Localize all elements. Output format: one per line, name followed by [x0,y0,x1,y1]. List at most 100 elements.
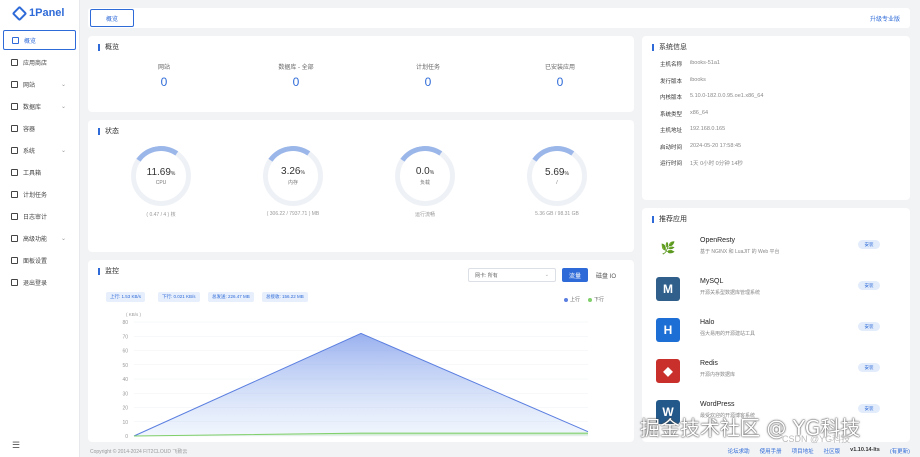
app-description: 强大易用的开源建站工具 [700,331,756,337]
y-tick-label: 40 [122,377,128,383]
sidebar-item[interactable]: 退出登录 [3,272,76,292]
sidebar-item[interactable]: 数据库 ⌄ [3,96,76,116]
footer-link[interactable]: 项目地址 [792,447,814,455]
sidebar-item[interactable]: 面板设置 [3,250,76,270]
app-name: OpenResty [700,237,736,244]
sidebar-item[interactable]: 计划任务 [3,184,76,204]
brand-logo[interactable]: 1Panel [0,0,79,26]
tab-overview[interactable]: 概览 [90,9,134,27]
info-row: 主机地址 192.168.0.165 [660,126,725,134]
sidebar-item[interactable]: 日志审计 [3,206,76,226]
chevron-down-icon: ⌄ [60,103,66,110]
chevron-down-icon: ⌄ [544,272,549,278]
traffic-stat-pill: 下行: 0.021 KB/s [158,292,200,302]
chevron-down-icon: ⌄ [60,81,66,88]
y-tick-label: 20 [122,406,128,412]
legend-item[interactable]: 下行 [587,296,604,303]
sidebar-item-label: 网站 [23,82,36,89]
schedule-icon [11,190,18,198]
install-button[interactable]: 安装 [858,363,880,372]
system-info-title: 系统信息 [652,44,687,51]
sidebar-item-label: 数据库 [23,104,42,111]
menu-collapse-icon[interactable]: ☰ [12,440,20,451]
gauge-ring: 5.69% / [522,141,592,211]
overview-stat[interactable]: 网站 0 [104,62,224,89]
overview-stat[interactable]: 数据库 - 全部 0 [236,62,356,89]
footer-link[interactable]: v1.10.14-lts [850,447,880,455]
sidebar-item-label: 容器 [23,126,36,133]
monitor-title: 监控 [98,268,119,275]
stat-value: 0 [424,75,432,89]
monitor-card: 监控 网卡: 所有 ⌄ 流量 磁盘 IO 上行: 1.53 KB/s 下行: 0.0… [88,260,634,442]
status-title: 状态 [98,128,119,135]
sidebar-item[interactable]: 容器 [3,118,76,138]
sidebar-item[interactable]: 系统 ⌄ [3,140,76,160]
footer-link[interactable]: 社区版 [824,447,841,455]
legend-dot [563,297,568,302]
copyright: Copyright © 2014-2024 FIT2CLOUD 飞致云 [90,449,188,455]
stat-label: 数据库 - 全部 [278,65,314,71]
sidebar-item[interactable]: 工具箱 [3,162,76,182]
sidebar-item[interactable]: 应用商店 [3,52,76,72]
legend-label: 上行 [569,297,580,303]
chevron-down-icon: ⌄ [60,235,66,242]
install-button[interactable]: 安装 [858,240,880,249]
app-logo-icon: M [656,277,680,301]
y-tick-label: 30 [122,391,128,397]
app-item: ◆ Redis 开源内存数据库 安装 [654,357,884,393]
series-line [133,332,589,437]
info-value: x86_64 [690,109,709,116]
overview-stat[interactable]: 计划任务 0 [368,62,488,89]
y-tick-label: 50 [122,363,128,369]
app-name: Redis [700,360,718,367]
settings-icon [11,256,18,264]
series-area [134,333,588,436]
sidebar-item-label: 计划任务 [23,192,48,199]
sidebar-item-label: 概览 [24,38,37,45]
sidebar-item-label: 面板设置 [23,258,48,265]
legend-item[interactable]: 上行 [563,296,580,303]
y-tick-label: 60 [122,349,128,355]
y-tick-label: 0 [125,434,128,440]
app-logo-icon: ◆ [656,359,680,383]
toolbox-icon [11,168,18,176]
chevron-down-icon: ⌄ [60,147,66,154]
info-row: 系统类型 x86_64 [660,110,708,118]
sidebar-item[interactable]: 概览 [3,30,76,50]
info-value: 1天 0小时 0分钟 14秒 [690,161,743,167]
footer-link[interactable]: (有更新) [890,447,910,455]
info-key: 主机地址 [660,128,683,134]
info-row: 发行版本 ibooks [660,77,706,85]
install-button[interactable]: 安装 [858,281,880,290]
install-button[interactable]: 安装 [858,322,880,331]
gauge-arc [258,141,328,211]
install-button[interactable]: 安装 [858,404,880,413]
traffic-stat-pill: 总发送: 226.47 MB [208,292,254,302]
gauge-arc [522,141,592,211]
app-item: 🌿 OpenResty 基于 NGINX 和 LuaJIT 的 Web 平台 安装 [654,234,884,270]
legend-dot [587,297,592,302]
sidebar-item[interactable]: 高级功能 ⌄ [3,228,76,248]
sidebar-item-label: 工具箱 [23,170,42,177]
disk-io-button[interactable]: 磁盘 IO [592,268,620,282]
app-item: H Halo 强大易用的开源建站工具 安装 [654,316,884,352]
gauge-detail: ( 0.47 / 4 ) 核 [146,212,176,218]
sidebar: 1Panel 概览应用商店网站 ⌄ 数据库 ⌄ 容器系统 ⌄ 工具箱计划任务日志审计 高级功能… [0,0,80,457]
gauge-detail: ( 306.22 / 7937.71 ) MB [266,211,320,217]
overview-stat[interactable]: 已安装应用 0 [500,62,620,89]
network-select[interactable]: 网卡: 所有 ⌄ [468,268,556,282]
status-gauge: 3.26% 内存( 306.22 / 7937.71 ) MB [248,141,338,217]
system-info-card: 系统信息 主机名称 ibooks-51a1 发行版本 ibooks 内核版本 5.10.0… [642,36,910,200]
stat-label: 网站 [157,65,170,71]
upgrade-link[interactable]: 升级专业版 [870,14,900,23]
sidebar-item[interactable]: 网站 ⌄ [3,74,76,94]
footer-link[interactable]: 论坛求助 [728,447,750,455]
gauge-ring: 11.69% CPU [126,141,196,211]
footer-link[interactable]: 使用手册 [760,447,782,455]
apps-card: 推荐应用 🌿 OpenResty 基于 NGINX 和 LuaJIT 的 Web 平… [642,208,910,442]
traffic-button[interactable]: 流量 [562,268,588,282]
stat-value: 0 [292,75,300,89]
app-description: 基于 NGINX 和 LuaJIT 的 Web 平台 [700,249,780,255]
logo-icon [11,5,28,21]
info-value: ibooks-51a1 [690,60,720,66]
